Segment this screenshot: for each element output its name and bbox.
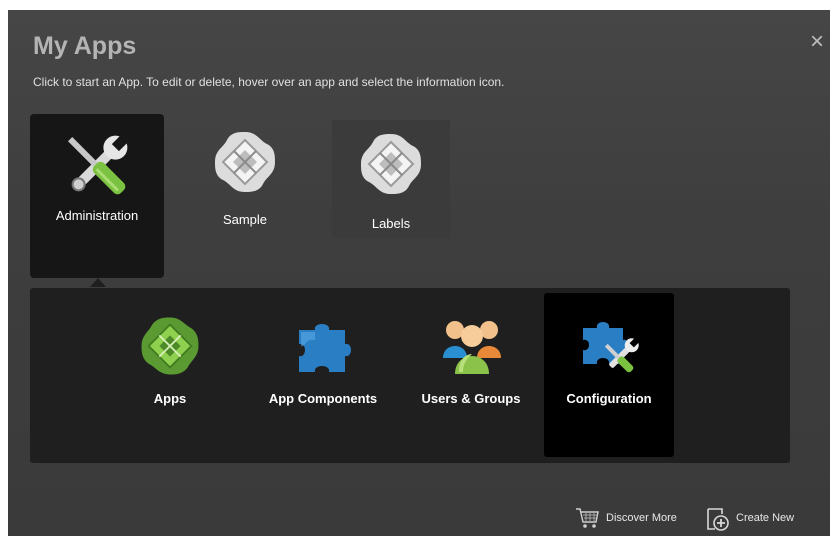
app-diamond-icon xyxy=(215,132,275,192)
admin-item-label: Configuration xyxy=(566,391,652,406)
dialog-subtitle: Click to start an App. To edit or delete… xyxy=(33,75,505,89)
administration-panel: Apps App Components Users & Groups Confi… xyxy=(30,288,790,463)
create-new-link[interactable]: Create New xyxy=(704,506,804,532)
discover-more-label: Discover More xyxy=(606,512,677,524)
wrench-screwdriver-icon xyxy=(68,134,129,195)
create-new-label: Create New xyxy=(736,512,795,524)
app-tile-label: Sample xyxy=(222,212,268,227)
app-tile-label: Labels xyxy=(371,216,411,231)
admin-item-app-components[interactable]: App Components xyxy=(258,298,388,458)
admin-item-users-groups[interactable]: Users & Groups xyxy=(406,298,536,458)
admin-item-label: App Components xyxy=(268,391,378,406)
close-icon[interactable]: × xyxy=(810,30,824,54)
admin-item-configuration[interactable]: Configuration xyxy=(544,293,674,457)
discover-more-link[interactable]: Discover More xyxy=(574,506,694,530)
users-group-icon xyxy=(443,321,501,374)
puzzle-piece-icon xyxy=(299,324,351,372)
admin-item-apps[interactable]: Apps xyxy=(105,298,235,458)
create-new-icon xyxy=(707,508,729,531)
my-apps-dialog: My Apps × Click to start an App. To edit… xyxy=(8,10,830,536)
app-tile-sample[interactable]: Sample xyxy=(186,120,304,238)
admin-item-label: Apps xyxy=(153,391,187,406)
shopping-cart-icon xyxy=(576,508,599,528)
app-diamond-green-icon xyxy=(141,317,199,375)
app-tile-labels[interactable]: Labels xyxy=(332,120,450,238)
puzzle-tools-icon xyxy=(583,322,640,373)
dialog-title: My Apps xyxy=(33,32,137,60)
app-tile-label: Administration xyxy=(55,208,139,223)
app-diamond-icon xyxy=(361,134,421,194)
selection-pointer xyxy=(90,278,106,287)
app-tile-administration[interactable]: Administration xyxy=(30,114,164,278)
admin-item-label: Users & Groups xyxy=(421,391,521,406)
